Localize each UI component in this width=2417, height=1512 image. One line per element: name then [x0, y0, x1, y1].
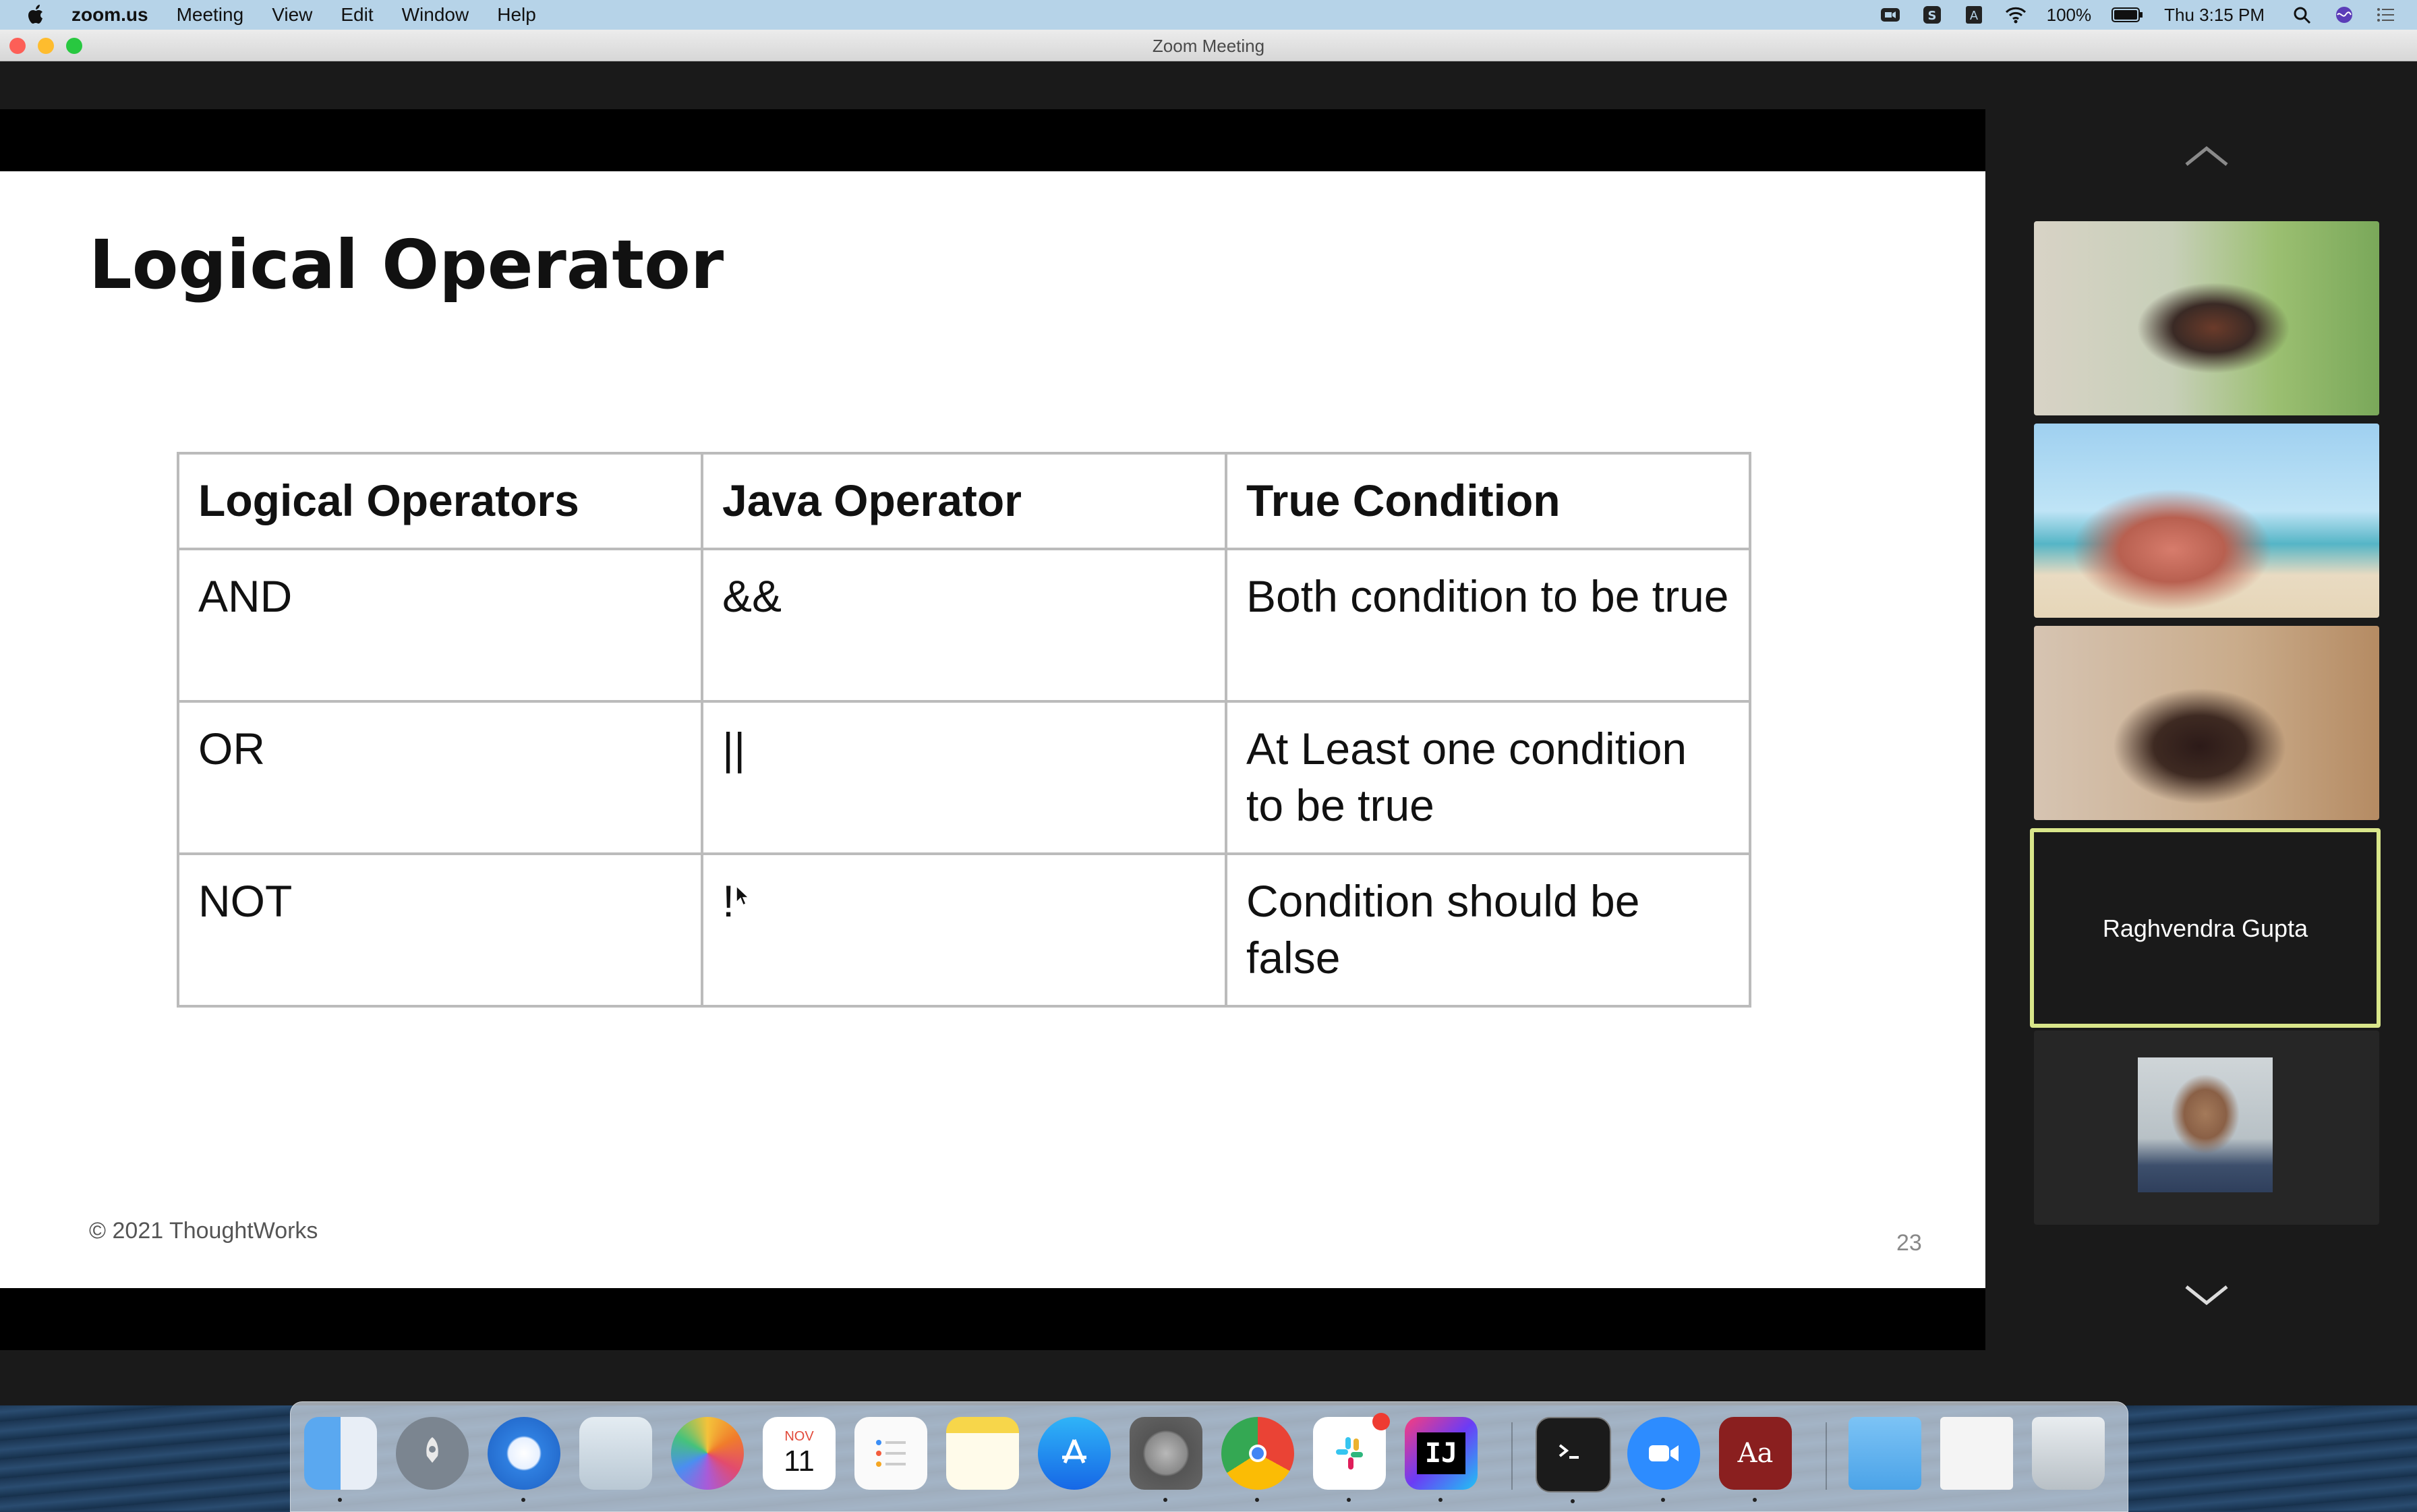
participant-avatar	[2138, 1057, 2273, 1192]
table-cell: OR	[177, 700, 703, 855]
trash-icon[interactable]	[2032, 1417, 2105, 1490]
meeting-top-bar	[0, 61, 2417, 109]
app-store-icon[interactable]	[1038, 1417, 1111, 1490]
menu-extras: S A 100% Thu 3:15 PM	[1880, 0, 2417, 30]
svg-text:A: A	[1969, 9, 1978, 23]
menu-window[interactable]: Window	[402, 4, 469, 26]
skype-status-icon[interactable]: S	[1921, 5, 1943, 24]
intellij-label: IJ	[1416, 1432, 1466, 1474]
menu-edit[interactable]: Edit	[341, 4, 373, 26]
table-cell: !	[701, 852, 1227, 1008]
notes-icon[interactable]	[946, 1417, 1019, 1490]
mail-stamp-icon[interactable]	[579, 1417, 652, 1490]
folder-icon[interactable]	[1848, 1417, 1921, 1490]
calendar-icon[interactable]: NOV 11	[763, 1417, 836, 1490]
terminal-icon[interactable]	[1536, 1417, 1611, 1503]
table-cell: NOT	[177, 852, 703, 1008]
menu-view[interactable]: View	[272, 4, 312, 26]
notification-badge	[1372, 1413, 1390, 1430]
chevron-down-icon[interactable]	[2182, 1283, 2231, 1307]
calendar-month: NOV	[784, 1428, 814, 1444]
header-java-operator: Java Operator	[701, 452, 1227, 550]
participant-video-tile[interactable]	[2034, 424, 2379, 618]
safari-icon[interactable]	[488, 1417, 560, 1502]
finder-icon[interactable]	[304, 1417, 377, 1502]
system-preferences-icon[interactable]	[1130, 1417, 1202, 1502]
documents-stack-icon[interactable]	[1940, 1417, 2013, 1490]
calendar-day: 11	[784, 1444, 815, 1478]
battery-icon[interactable]	[2112, 7, 2144, 23]
notification-center-icon[interactable]	[2375, 5, 2397, 24]
zoom-app-icon[interactable]	[1627, 1417, 1700, 1502]
table-header-row: Logical Operators Java Operator True Con…	[177, 452, 1751, 550]
participant-video-tile[interactable]	[2034, 1030, 2379, 1225]
zoom-meeting-window: Zoom Meeting Logical Operator Logical Op…	[0, 30, 2417, 1405]
participant-video-tile[interactable]	[2034, 221, 2379, 415]
photos-icon[interactable]	[671, 1417, 744, 1490]
siri-icon[interactable]	[2333, 5, 2355, 24]
input-source-icon[interactable]: A	[1963, 5, 1985, 24]
slide-page-number: 23	[1896, 1230, 1922, 1256]
menu-meeting[interactable]: Meeting	[177, 4, 244, 26]
dock: NOV 11 IJ Aa	[290, 1401, 2128, 1512]
mouse-pointer-icon	[736, 885, 749, 906]
clock[interactable]: Thu 3:15 PM	[2164, 5, 2265, 26]
participant-name: Raghvendra Gupta	[2102, 914, 2308, 942]
participant-gallery: Raghvendra Gupta	[1985, 109, 2417, 1350]
chevron-up-icon[interactable]	[2182, 144, 2231, 169]
launchpad-icon[interactable]	[396, 1417, 469, 1490]
table-row: NOT ! Condition should be false	[177, 852, 1751, 1008]
apple-icon[interactable]	[27, 4, 46, 26]
battery-percent: 100%	[2046, 4, 2092, 25]
spotlight-search-icon[interactable]	[2292, 5, 2313, 24]
menu-help[interactable]: Help	[497, 4, 536, 26]
slide-title: Logical Operator	[89, 225, 724, 304]
active-speaker-tile[interactable]: Raghvendra Gupta	[2030, 828, 2381, 1028]
dock-separator	[1826, 1422, 1827, 1490]
dictionary-label: Aa	[1737, 1438, 1774, 1469]
operator-table: Logical Operators Java Operator True Con…	[177, 452, 1751, 1008]
table-row: OR || At Least one condition to be true	[177, 700, 1751, 855]
intellij-idea-icon[interactable]: IJ	[1405, 1417, 1478, 1502]
header-true-condition: True Condition	[1225, 452, 1751, 550]
participant-video-tile[interactable]	[2034, 626, 2379, 820]
table-cell: AND	[177, 548, 703, 703]
menu-app-name[interactable]: zoom.us	[71, 4, 148, 26]
reminders-icon[interactable]	[854, 1417, 927, 1490]
presentation-slide: Logical Operator Logical Operators Java …	[0, 171, 1985, 1288]
svg-text:S: S	[1927, 9, 1936, 23]
table-cell: Condition should be false	[1225, 852, 1751, 1008]
header-logical-operators: Logical Operators	[177, 452, 703, 550]
table-cell: At Least one condition to be true	[1225, 700, 1751, 855]
wifi-icon[interactable]	[2005, 5, 2027, 24]
chrome-icon[interactable]	[1221, 1417, 1294, 1502]
window-title: Zoom Meeting	[1152, 36, 1265, 56]
slack-icon[interactable]	[1313, 1413, 1390, 1502]
table-cell: ||	[701, 700, 1227, 855]
dock-separator	[1511, 1422, 1513, 1490]
table-cell: &&	[701, 548, 1227, 703]
window-titlebar: Zoom Meeting	[0, 30, 2417, 61]
table-cell: Both condition to be true	[1225, 548, 1751, 703]
table-row: AND && Both condition to be true	[177, 548, 1751, 703]
zoom-status-icon[interactable]	[1880, 5, 1901, 24]
dictionary-icon[interactable]: Aa	[1719, 1417, 1792, 1502]
slide-footer: © 2021 ThoughtWorks	[89, 1218, 318, 1244]
shared-screen: Logical Operator Logical Operators Java …	[0, 109, 1985, 1350]
